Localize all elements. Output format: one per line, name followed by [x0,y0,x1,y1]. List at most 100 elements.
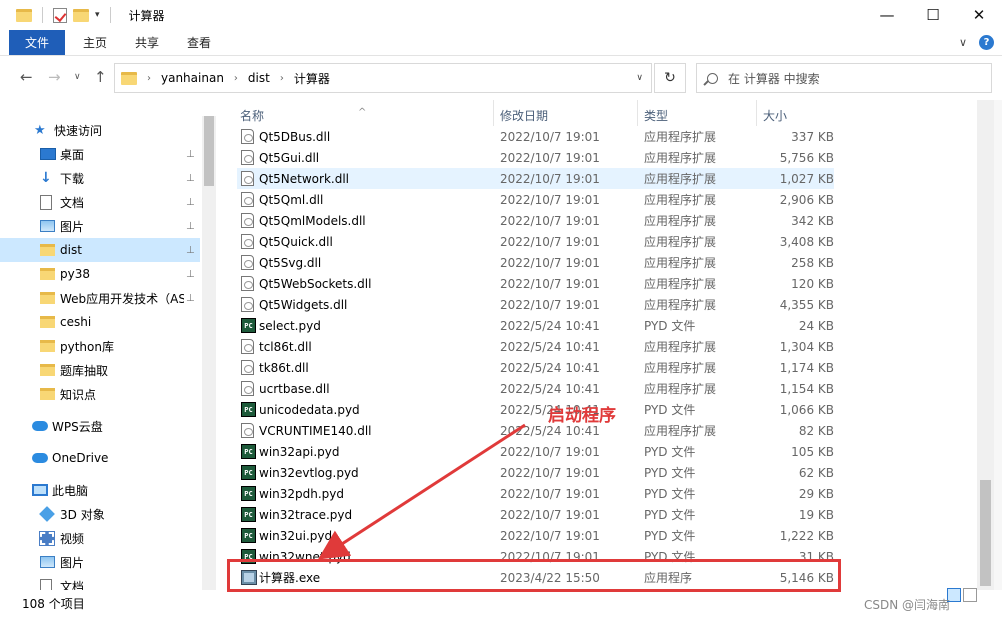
divider [42,7,43,23]
file-type: PYD 文件 [644,445,696,459]
file-row[interactable]: PC win32api.pyd 2022/10/7 19:01 PYD 文件 105 K… [237,441,834,462]
sidebar-item[interactable]: py38 ⊥ [0,262,200,286]
file-row[interactable]: Qt5Widgets.dll 2022/10/7 19:01 应用程序扩展 4,355… [237,294,834,315]
file-size: 1,174 KB [779,360,834,375]
file-row[interactable]: Qt5DBus.dll 2022/10/7 19:01 应用程序扩展 337 KB [237,126,834,147]
file-row[interactable]: PC unicodedata.pyd 2022/5/24 10:41 PYD 文件 1,… [237,399,834,420]
video-icon [39,530,55,546]
file-row[interactable]: tk86t.dll 2022/5/24 10:41 应用程序扩展 1,174 KB [237,357,834,378]
folder-icon [121,71,137,85]
sidebar-item[interactable]: 文档 ⊥ [0,190,200,214]
close-button[interactable]: ✕ [956,0,1002,30]
column-date[interactable]: 修改日期 [500,107,548,124]
picture-icon [40,556,55,568]
sidebar-item[interactable]: 桌面 ⊥ [0,142,200,166]
sidebar-item[interactable]: 此电脑 [0,478,200,502]
sidebar-item[interactable]: OneDrive [0,446,200,470]
expand-ribbon-icon[interactable]: ∨ [959,36,967,49]
chevron-right-icon[interactable]: › [234,73,238,84]
file-row[interactable]: Qt5Quick.dll 2022/10/7 19:01 应用程序扩展 3,408 K… [237,231,834,252]
new-folder-icon[interactable] [73,8,89,22]
forward-arrow-icon[interactable]: → [48,68,61,86]
sidebar-item[interactable]: 题库抽取 [0,358,200,382]
sidebar-item[interactable]: Web应用开发技术（AS ⊥ [0,286,200,310]
file-row[interactable]: Qt5QmlModels.dll 2022/10/7 19:01 应用程序扩展 342… [237,210,834,231]
customize-dropdown-icon[interactable]: ▾ [95,10,100,20]
file-list: ^ 名称 修改日期 类型 大小 Qt5DBus.dll 2022/10/7 19:… [218,100,1002,590]
column-divider[interactable] [756,100,757,126]
sidebar-item-label: 此电脑 [52,483,89,498]
column-divider[interactable] [637,100,638,126]
sidebar-item[interactable]: 视频 [0,526,200,550]
file-type: PYD 文件 [644,529,696,543]
file-name: win32pdh.pyd [259,486,345,501]
tab-file[interactable]: 文件 [9,30,65,55]
tab-share[interactable]: 共享 [121,30,173,55]
file-row[interactable]: PC win32evtlog.pyd 2022/10/7 19:01 PYD 文件 62… [237,462,834,483]
nav-scrollbar[interactable] [202,116,216,590]
file-row[interactable]: Qt5Gui.dll 2022/10/7 19:01 应用程序扩展 5,756 KB [237,147,834,168]
file-row[interactable]: PC win32pdh.pyd 2022/10/7 19:01 PYD 文件 29 KB [237,483,834,504]
chevron-right-icon[interactable]: › [280,73,284,84]
sidebar-item[interactable]: 3D 对象 [0,502,200,526]
sidebar-item[interactable]: ↓ 下载 ⊥ [0,166,200,190]
column-size[interactable]: 大小 [763,107,787,124]
tab-home[interactable]: 主页 [69,30,121,55]
scrollbar-thumb[interactable] [980,480,991,586]
file-size: 120 KB [791,276,834,291]
item-count: 108 个项目 [22,597,85,611]
file-date: 2022/10/7 19:01 [500,276,600,291]
file-row[interactable]: PC win32ui.pyd 2022/10/7 19:01 PYD 文件 1,222 … [237,525,834,546]
up-arrow-icon[interactable]: ↑ [94,68,107,86]
sidebar-item-label: 文档 [60,579,85,591]
column-divider[interactable] [493,100,494,126]
file-row[interactable]: PC select.pyd 2022/5/24 10:41 PYD 文件 24 KB [237,315,834,336]
file-row[interactable]: Qt5Qml.dll 2022/10/7 19:01 应用程序扩展 2,906 KB [237,189,834,210]
properties-icon[interactable] [53,7,67,23]
sidebar-item[interactable]: ceshi [0,310,200,334]
search-input[interactable]: 在 计算器 中搜索 [696,63,992,93]
column-type[interactable]: 类型 [644,107,668,124]
file-row[interactable]: ucrtbase.dll 2022/5/24 10:41 应用程序扩展 1,154 K… [237,378,834,399]
folder-icon [40,364,55,376]
address-dropdown-icon[interactable]: ∨ [636,73,643,83]
large-icons-view-button[interactable] [963,588,977,602]
file-type: PYD 文件 [644,508,696,522]
sidebar-item[interactable]: dist ⊥ [0,238,200,262]
file-row[interactable]: Qt5Network.dll 2022/10/7 19:01 应用程序扩展 1,027… [237,168,834,189]
divider [109,7,111,23]
file-size: 1,222 KB [779,528,834,543]
file-row[interactable]: Qt5WebSockets.dll 2022/10/7 19:01 应用程序扩展 12… [237,273,834,294]
maximize-button[interactable]: ☐ [910,0,956,30]
file-name: win32ui.pyd [259,528,333,543]
sidebar-item[interactable]: 图片 [0,550,200,574]
sidebar-item-label: ceshi [60,315,92,329]
scrollbar-thumb[interactable] [204,116,214,186]
file-row[interactable]: PC win32trace.pyd 2022/10/7 19:01 PYD 文件 19 … [237,504,834,525]
pyd-file-icon: PC [241,402,256,417]
file-list-scrollbar[interactable] [977,100,994,590]
file-row[interactable]: Qt5Svg.dll 2022/10/7 19:01 应用程序扩展 258 KB [237,252,834,273]
chevron-right-icon[interactable]: › [147,73,151,84]
sidebar-item[interactable]: ★ 快速访问 [0,118,200,142]
sidebar-item[interactable]: 知识点 [0,382,200,406]
address-bar[interactable]: › yanhainan › dist › 计算器 ∨ [114,63,652,93]
file-row[interactable]: VCRUNTIME140.dll 2022/5/24 10:41 应用程序扩展 82 … [237,420,834,441]
sidebar-item[interactable]: 图片 ⊥ [0,214,200,238]
sidebar-item[interactable]: python库 [0,334,200,358]
minimize-button[interactable]: — [864,0,910,30]
column-name[interactable]: 名称 [240,107,264,124]
file-size: 342 KB [791,213,834,228]
file-row[interactable]: tcl86t.dll 2022/5/24 10:41 应用程序扩展 1,304 KB [237,336,834,357]
breadcrumb-dist[interactable]: dist [248,71,270,85]
breadcrumb-current[interactable]: 计算器 [294,70,330,87]
file-name: select.pyd [259,318,321,333]
recent-locations-icon[interactable]: ∨ [74,72,81,82]
refresh-button[interactable]: ↻ [654,63,686,93]
help-icon[interactable]: ? [979,35,994,50]
sidebar-item[interactable]: WPS云盘 [0,414,200,438]
breadcrumb-yanhainan[interactable]: yanhainan [161,71,224,85]
tab-view[interactable]: 查看 [173,30,225,55]
back-arrow-icon[interactable]: ← [20,68,33,86]
sidebar-item[interactable]: 文档 [0,574,200,590]
